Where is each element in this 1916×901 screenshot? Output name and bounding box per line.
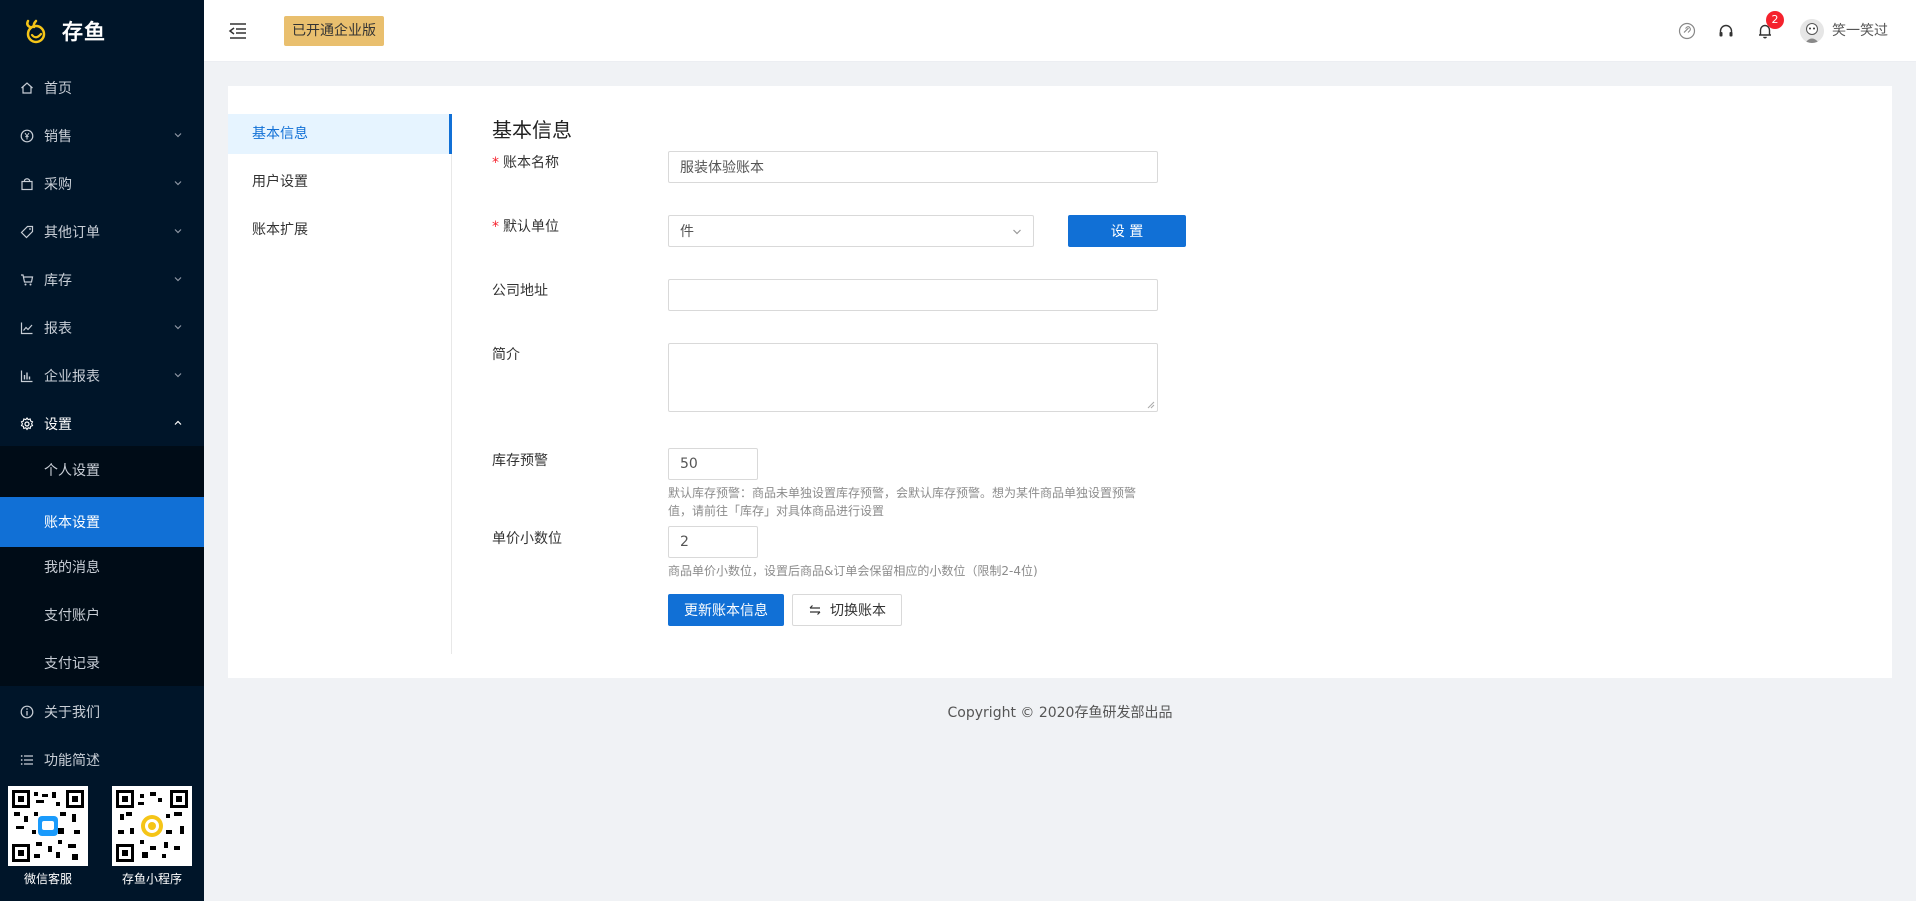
sidebar-subitem-book-settings[interactable]: 账本设置 [0,497,204,547]
tag-icon [20,225,34,239]
selected-unit: 件 [680,224,694,240]
notification-count-badge: 2 [1766,11,1784,29]
sidebar-item-label: 库存 [44,273,72,289]
home-icon [20,81,34,95]
required-mark: * [492,219,499,235]
wechat-service-qr: 微信客服 [8,786,88,887]
qr-label: 微信客服 [23,872,72,886]
swap-icon [809,605,821,615]
sidebar-item-other-orders[interactable]: 其他订单 [0,208,204,256]
price-decimal-hint: 商品单价小数位，设置后商品&订单会保留相应的小数位（限制2-4位) [668,564,1038,578]
tab-user-settings[interactable]: 用户设置 [228,162,451,202]
sidebar-item-label: 销售 [44,129,72,145]
link-circle-icon[interactable] [1678,22,1696,40]
sidebar-item-home[interactable]: 首页 [0,64,204,112]
sidebar-item-label: 采购 [44,177,72,193]
logo[interactable]: 存鱼 [0,0,204,62]
stock-warning-hint: 默认库存预警：商品未单独设置库存预警，会默认库存预警。想为某件商品单独设置预警值… [668,486,1137,518]
default-unit-select[interactable]: 件 [668,215,1034,247]
gear-icon [20,417,34,431]
stock-warning-label: 库存预警 [492,453,548,469]
sidebar-item-reports[interactable]: 报表 [0,304,204,352]
line-chart-icon [20,321,34,335]
sidebar-item-feature-overview[interactable]: 功能简述 [0,736,204,784]
content-panel: 基本信息 用户设置 账本扩展 基本信息 * 账本名称 服装体验账本 * 默认单位 件… [228,86,1892,678]
copyright: Copyright © 2020存鱼研发部出品 [947,705,1173,721]
sidebar-item-about-us[interactable]: 关于我们 [0,688,204,736]
top-header: 已开通企业版 2 笑一笑过 [204,0,1916,62]
book-name-label: * 账本名称 [492,155,559,171]
sidebar-item-label: 报表 [44,321,72,337]
sidebar-item-label: 关于我们 [44,705,100,721]
headset-icon[interactable] [1717,22,1735,40]
username[interactable]: 笑一笑过 [1832,20,1888,40]
yen-circle-icon [20,129,34,143]
chevron-up-icon [174,420,182,425]
app-name: 存鱼 [62,20,106,44]
sidebar-item-label: 企业报表 [44,369,100,385]
qr-code-image [8,786,88,866]
sidebar: 存鱼 首页 销售 采购 其他订单 库存 报表 企业报表 设置 个人设置 账本设置… [0,0,204,901]
sidebar-item-sales[interactable]: 销售 [0,112,204,160]
tab-book-extension[interactable]: 账本扩展 [228,210,451,250]
unit-set-button[interactable]: 设 置 [1068,215,1186,247]
sidebar-item-enterprise-reports[interactable]: 企业报表 [0,352,204,400]
menu-fold-icon[interactable] [228,22,248,40]
update-book-info-button[interactable]: 更新账本信息 [668,594,784,626]
qr-label: 存鱼小程序 [121,872,182,886]
info-circle-icon [20,705,34,719]
sidebar-item-label: 设置 [44,417,72,433]
enterprise-badge[interactable]: 已开通企业版 [284,16,384,46]
company-address-input[interactable] [668,279,1158,311]
tab-basic-info[interactable]: 基本信息 [228,114,452,154]
sidebar-item-label: 首页 [44,81,72,97]
sidebar-item-settings[interactable]: 设置 [0,400,204,448]
shopping-bag-icon [20,177,34,191]
sidebar-subitem-personal-settings[interactable]: 个人设置 [0,448,204,492]
chevron-down-icon [174,181,182,186]
chevron-down-icon [174,277,182,282]
sidebar-item-purchase[interactable]: 采购 [0,160,204,208]
chevron-down-icon [174,325,182,330]
intro-label: 简介 [492,347,520,363]
price-decimal-label: 单价小数位 [492,531,562,547]
avatar[interactable] [1800,19,1824,43]
resize-grip-icon[interactable] [1145,399,1155,409]
sidebar-item-label: 功能简述 [44,753,100,769]
sidebar-subitem-my-messages[interactable]: 我的消息 [0,545,204,589]
sidebar-subitem-payment-records[interactable]: 支付记录 [0,641,204,685]
section-title: 基本信息 [492,118,572,142]
switch-book-label: 切换账本 [830,603,886,619]
list-icon [20,753,34,767]
chevron-down-icon [1013,229,1021,235]
chevron-down-icon [174,373,182,378]
sidebar-item-label: 其他订单 [44,225,100,241]
qr-code-image [112,786,192,866]
intro-textarea[interactable] [668,343,1158,412]
fish-logo-icon [26,19,46,44]
required-mark: * [492,155,499,171]
cart-icon [20,273,34,287]
bar-chart-icon [20,369,34,383]
sidebar-item-inventory[interactable]: 库存 [0,256,204,304]
switch-book-button[interactable]: 切换账本 [792,594,902,626]
book-name-input[interactable]: 服装体验账本 [668,151,1158,183]
chevron-down-icon [174,133,182,138]
company-address-label: 公司地址 [492,283,548,299]
price-decimal-input[interactable]: 2 [668,526,758,558]
settings-tabs: 基本信息 用户设置 账本扩展 [228,114,452,654]
mini-program-qr: 存鱼小程序 [112,786,192,887]
chevron-down-icon [174,229,182,234]
sidebar-subitem-payment-account[interactable]: 支付账户 [0,593,204,637]
stock-warning-input[interactable]: 50 [668,448,758,480]
default-unit-label: * 默认单位 [492,219,559,235]
